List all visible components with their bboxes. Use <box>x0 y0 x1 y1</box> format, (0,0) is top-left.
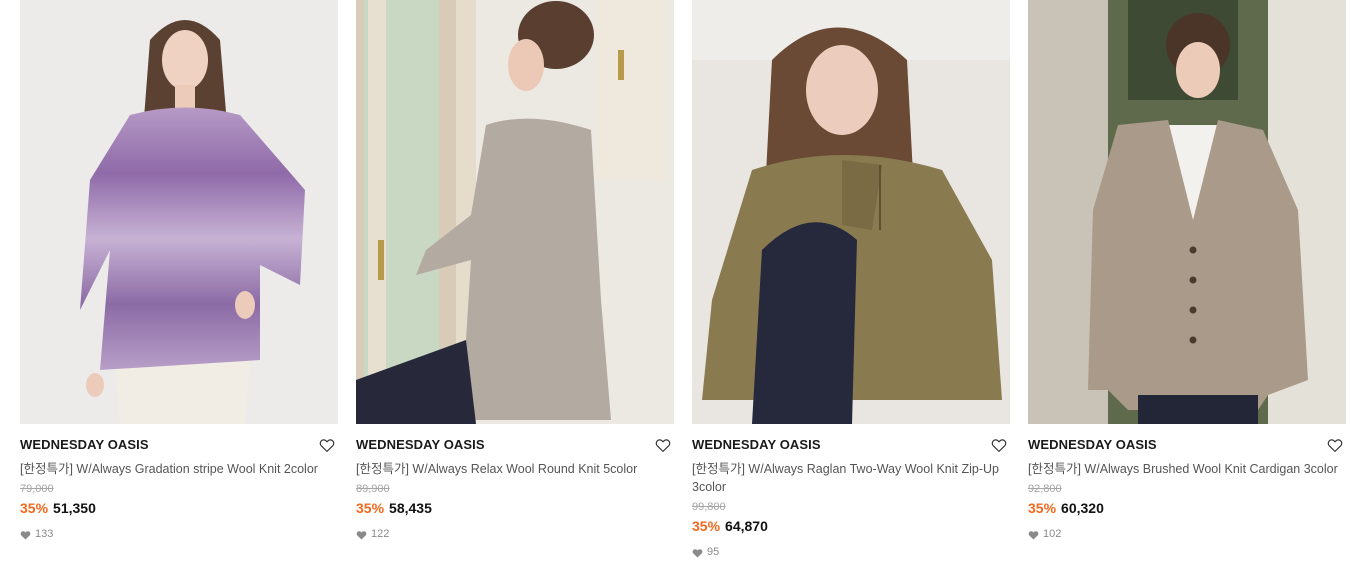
like-count-value: 102 <box>1043 528 1062 540</box>
heart-outline-icon[interactable] <box>654 436 672 454</box>
sale-price: 58,435 <box>389 500 432 516</box>
beige-cardigan-photo <box>1028 0 1346 424</box>
like-count-value: 133 <box>35 528 54 540</box>
product-info: WEDNESDAY OASIS [한정특가] W/Always Brushed … <box>1028 424 1346 541</box>
brand-name[interactable]: WEDNESDAY OASIS <box>20 437 338 453</box>
like-count: 102 <box>1028 528 1346 541</box>
heart-filled-icon <box>692 548 703 558</box>
like-count: 133 <box>20 528 338 541</box>
price-row: 35% 58,435 <box>356 499 674 517</box>
grey-knit-photo <box>356 0 674 424</box>
sale-price: 60,320 <box>1061 500 1104 516</box>
product-grid: WEDNESDAY OASIS [한정특가] W/Always Gradatio… <box>20 0 1346 559</box>
heart-filled-icon <box>1028 530 1039 540</box>
original-price: 99,800 <box>692 501 726 513</box>
like-count: 122 <box>356 528 674 541</box>
heart-filled-icon <box>356 530 367 540</box>
discount-rate: 35% <box>1028 500 1057 516</box>
original-price: 89,900 <box>356 483 390 495</box>
discount-rate: 35% <box>692 518 721 534</box>
khaki-zipup-photo <box>692 0 1010 424</box>
product-card[interactable]: WEDNESDAY OASIS [한정특가] W/Always Brushed … <box>1028 0 1346 559</box>
heart-outline-icon[interactable] <box>990 436 1008 454</box>
sale-price: 64,870 <box>725 518 768 534</box>
original-price: 79,000 <box>20 483 54 495</box>
product-card[interactable]: WEDNESDAY OASIS [한정특가] W/Always Relax Wo… <box>356 0 674 559</box>
discount-rate: 35% <box>20 500 49 516</box>
purple-knit-photo <box>20 0 338 424</box>
product-card[interactable]: WEDNESDAY OASIS [한정특가] W/Always Raglan T… <box>692 0 1010 559</box>
price-row: 35% 64,870 <box>692 517 1010 535</box>
product-card[interactable]: WEDNESDAY OASIS [한정특가] W/Always Gradatio… <box>20 0 338 559</box>
product-image[interactable] <box>692 0 1010 424</box>
original-price: 92,800 <box>1028 483 1062 495</box>
price-row: 35% 51,350 <box>20 499 338 517</box>
product-info: WEDNESDAY OASIS [한정특가] W/Always Relax Wo… <box>356 424 674 541</box>
product-image[interactable] <box>356 0 674 424</box>
product-name[interactable]: [한정특가] W/Always Brushed Wool Knit Cardig… <box>1028 460 1346 478</box>
product-name[interactable]: [한정특가] W/Always Gradation stripe Wool Kn… <box>20 460 338 478</box>
like-count-value: 95 <box>707 546 720 558</box>
heart-filled-icon <box>20 530 31 540</box>
brand-name[interactable]: WEDNESDAY OASIS <box>356 437 674 453</box>
like-count: 95 <box>692 546 1010 559</box>
product-image[interactable] <box>20 0 338 424</box>
brand-name[interactable]: WEDNESDAY OASIS <box>1028 437 1346 453</box>
heart-outline-icon[interactable] <box>318 436 336 454</box>
product-name[interactable]: [한정특가] W/Always Relax Wool Round Knit 5c… <box>356 460 674 478</box>
sale-price: 51,350 <box>53 500 96 516</box>
product-info: WEDNESDAY OASIS [한정특가] W/Always Gradatio… <box>20 424 338 541</box>
discount-rate: 35% <box>356 500 385 516</box>
like-count-value: 122 <box>371 528 390 540</box>
product-image[interactable] <box>1028 0 1346 424</box>
heart-outline-icon[interactable] <box>1326 436 1344 454</box>
brand-name[interactable]: WEDNESDAY OASIS <box>692 437 1010 453</box>
price-row: 35% 60,320 <box>1028 499 1346 517</box>
product-info: WEDNESDAY OASIS [한정특가] W/Always Raglan T… <box>692 424 1010 559</box>
product-name[interactable]: [한정특가] W/Always Raglan Two-Way Wool Knit… <box>692 460 1010 496</box>
